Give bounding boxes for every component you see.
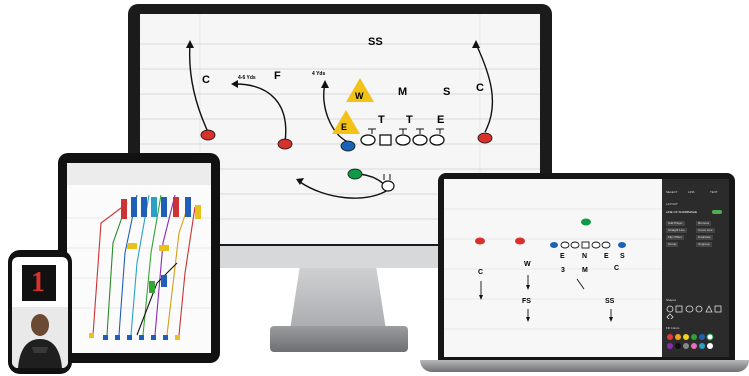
fill-color-palette[interactable] <box>666 333 726 353</box>
lp-c-left: C <box>478 269 484 276</box>
lp-e1: E <box>560 253 565 260</box>
editor-sidebar: SELECT LINK TEXT LAYOUT LINE OF SCRIMMAG… <box>662 179 729 357</box>
lp-ss: SS <box>605 298 615 305</box>
m-label: M <box>398 86 408 98</box>
monitor-foot <box>270 326 408 352</box>
lp-fs: FS <box>522 298 531 305</box>
e2-label: E <box>437 114 445 126</box>
btn-straight-line[interactable]: Straight Line <box>666 228 687 233</box>
lp-w: W <box>524 261 531 268</box>
f-label: F <box>274 70 281 82</box>
section-layout: LAYOUT <box>666 202 678 206</box>
tablet-play-canvas[interactable] <box>67 163 211 353</box>
btn-remove[interactable]: Remove <box>696 221 712 226</box>
s-label: S <box>443 86 451 98</box>
coach-avatar <box>12 307 68 368</box>
tool-text[interactable]: TEXT <box>710 191 718 194</box>
monitor-stand <box>290 268 386 330</box>
phone-screen: 1 <box>12 257 68 368</box>
btn-duplicate[interactable]: Duplicate <box>696 235 713 240</box>
section-los: LINE OF SCRIMMAGE <box>666 210 698 214</box>
btn-add-player[interactable]: Add Player <box>666 221 685 226</box>
los-toggle[interactable] <box>712 210 722 214</box>
btn-curve-line[interactable]: Curve Line <box>696 228 715 233</box>
note-4-yds: 4 Yds <box>312 71 326 77</box>
lp-e2: E <box>604 253 609 260</box>
lp-s: S <box>620 253 625 260</box>
lp-n: N <box>582 253 588 260</box>
btn-ungroup[interactable]: Ungroup <box>696 242 712 247</box>
lp-m: M <box>582 267 588 274</box>
jersey-number: 1 <box>31 267 45 298</box>
t2-label: T <box>406 114 413 126</box>
lp-3: 3 <box>561 267 565 274</box>
tablet-field <box>67 163 211 340</box>
laptop-field <box>444 208 662 330</box>
section-shapes: Shapes <box>666 298 677 302</box>
e-label: E <box>341 122 348 132</box>
jersey-box: 1 <box>22 265 56 301</box>
c-right-label: C <box>476 82 484 94</box>
note-4-6-yds: 4-6 Yds <box>238 75 256 81</box>
w-label: W <box>355 91 364 101</box>
tool-link[interactable]: LINK <box>688 191 695 194</box>
ss-label: SS <box>368 36 383 48</box>
shape-palette[interactable] <box>666 305 726 319</box>
btn-group[interactable]: Group <box>666 242 679 247</box>
tool-select[interactable]: SELECT <box>666 191 678 194</box>
laptop-base <box>420 360 749 372</box>
btn-flip-offset[interactable]: Flip Offset <box>666 235 684 240</box>
laptop-screen: E N E S C W 3 M C FS SS SELECT LINK TEXT… <box>444 179 729 357</box>
c-left-label: C <box>202 74 210 86</box>
section-fill-colors: Fill Colors <box>666 326 680 330</box>
t1-label: T <box>378 114 385 126</box>
lp-c-right: C <box>614 265 620 272</box>
